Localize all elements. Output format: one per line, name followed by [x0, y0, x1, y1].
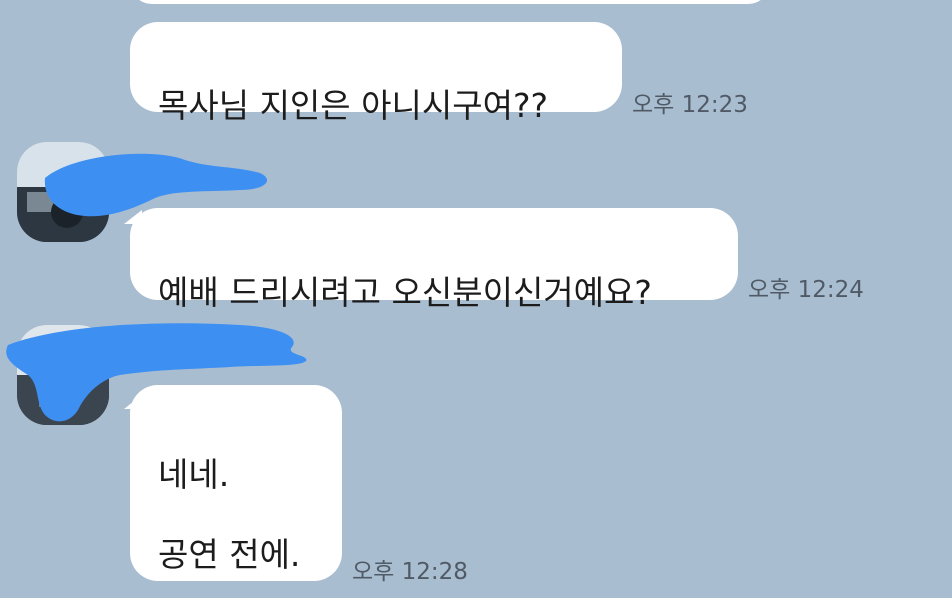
- message-bubble[interactable]: 예배 드리시려고 오신분이신거예요?: [130, 208, 738, 312]
- message-text: 예배 드리시려고 오신분이신거예요?: [158, 273, 652, 312]
- message-bubble[interactable]: 목사님 지인은 아니시구여??: [130, 22, 622, 125]
- chat-room: 목사님 지인은 아니시구여?? 오후 12:23 예배 드리시려고 오신분이신거…: [0, 0, 952, 598]
- message-text: 목사님 지인은 아니시구여??: [158, 86, 548, 125]
- message-timestamp: 오후 12:28: [352, 559, 468, 585]
- message-timestamp: 오후 12:23: [632, 92, 748, 118]
- message-bubble[interactable]: 네네. 공연 전에.: [130, 385, 342, 581]
- message-timestamp: 오후 12:24: [748, 277, 864, 303]
- message-bubble-cropped[interactable]: [130, 0, 770, 4]
- message-text: 네네. 공연 전에.: [158, 455, 301, 574]
